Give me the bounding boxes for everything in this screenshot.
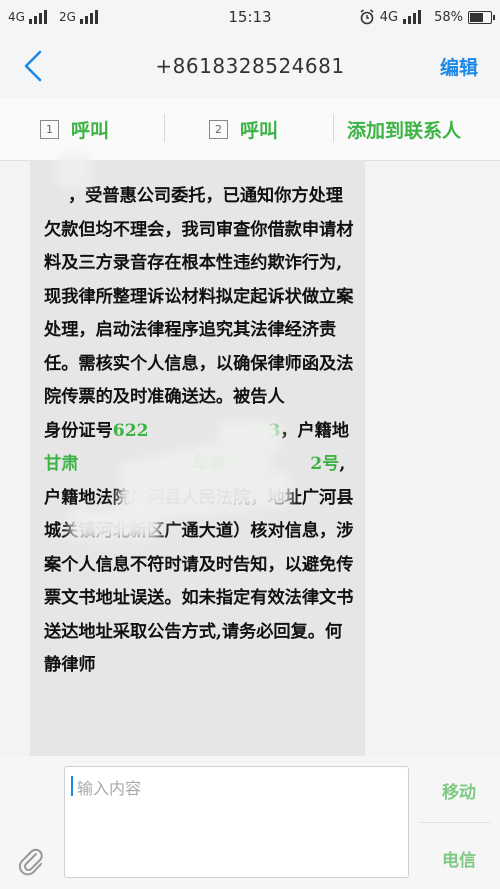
call-sim1-label: 呼叫 [71, 120, 110, 142]
battery-icon [468, 10, 495, 24]
sim2-signal-icon [79, 10, 98, 24]
status-bar: 4G 2G 15:13 4G 58% [0, 0, 500, 34]
alarm-icon [360, 9, 374, 25]
sim2-icon: 2 [209, 120, 228, 139]
network-type-label: 4G [379, 9, 399, 25]
sim1-signal-icon [28, 10, 47, 24]
divider [333, 114, 334, 142]
redaction-blur [70, 510, 160, 540]
text-cursor [71, 776, 73, 796]
add-to-contacts-button[interactable]: 添加到联系人 [347, 116, 461, 143]
sim1-icon: 1 [40, 120, 59, 139]
send-mobile-button[interactable]: 移动 [442, 778, 476, 803]
signal-icon [403, 10, 422, 24]
sim1-network-label: 4G [8, 10, 25, 24]
edit-button[interactable]: 编辑 [440, 53, 478, 80]
composer: 移动 电信 [0, 756, 500, 889]
call-sim2-button[interactable]: 2 呼叫 [209, 116, 278, 143]
redaction-blur [58, 154, 90, 188]
sim2-network-label: 2G [58, 10, 76, 24]
message-text: ，受普惠公司委托，已通知你方处理欠款但均不理会，我司审查你借款申请材料及三方录音… [30, 160, 365, 683]
message-text-part1: ，受普惠公司委托，已通知你方处理欠款但均不理会，我司审查你借款申请材料及三方录音… [44, 186, 357, 441]
contact-number: +8618328524681 [155, 54, 345, 78]
message-input[interactable] [64, 766, 409, 878]
divider [420, 822, 490, 823]
message-text-part2: ，户籍地 [280, 420, 350, 441]
call-sim2-label: 呼叫 [240, 120, 279, 142]
message-bubble: ，受普惠公司委托，已通知你方处理欠款但均不理会，我司审查你借款申请材料及三方录音… [30, 154, 365, 756]
call-sim1-button[interactable]: 1 呼叫 [40, 116, 109, 143]
send-telecom-button[interactable]: 电信 [442, 846, 476, 871]
paperclip-icon[interactable] [16, 846, 46, 876]
battery-percent: 58% [434, 9, 463, 25]
add-to-contacts-label: 添加到联系人 [347, 120, 462, 142]
divider [164, 114, 165, 142]
action-bar: 1 呼叫 2 呼叫 添加到联系人 [0, 98, 500, 161]
conversation-header: +8618328524681 编辑 [0, 34, 500, 98]
